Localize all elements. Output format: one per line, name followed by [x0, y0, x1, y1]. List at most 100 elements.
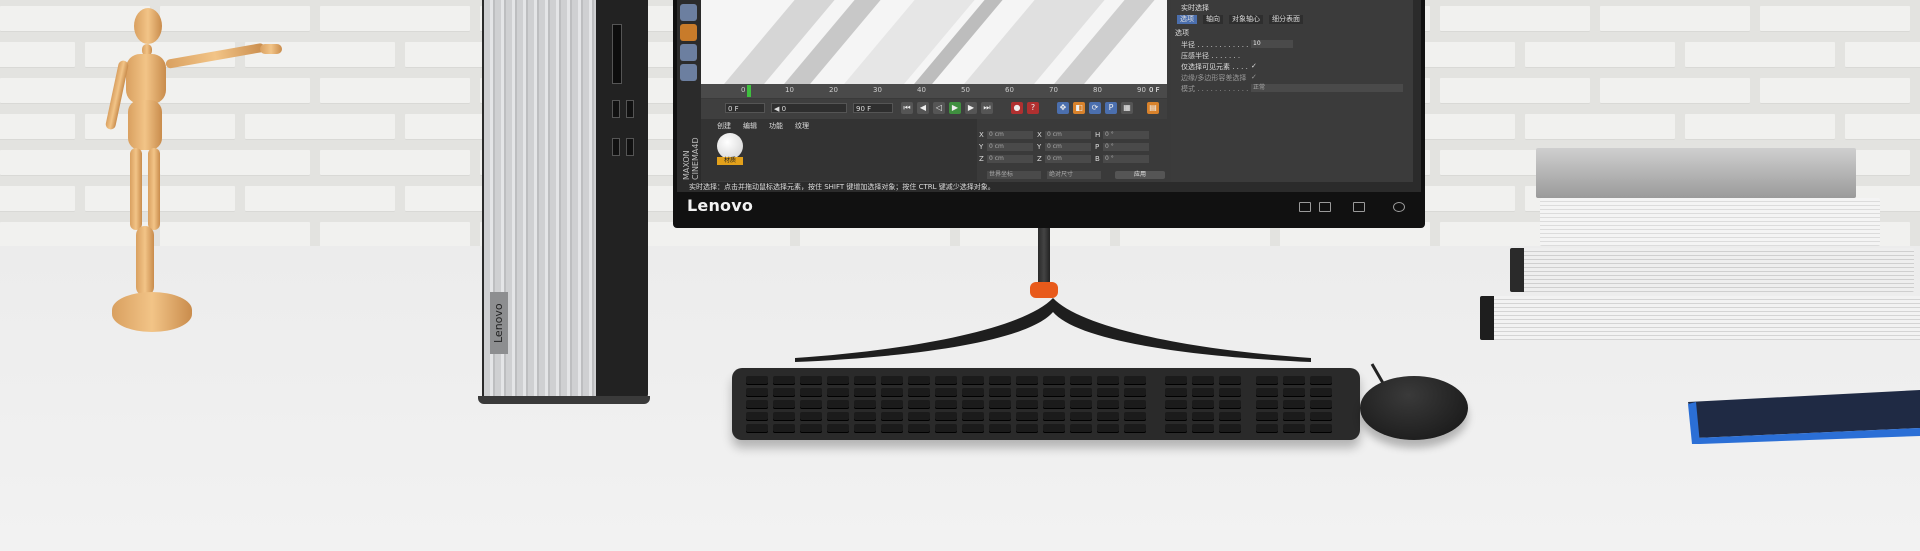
- keyboard-key[interactable]: [1070, 376, 1092, 385]
- keyboard-key[interactable]: [746, 388, 768, 397]
- material-tab[interactable]: 创建: [717, 121, 731, 131]
- keyboard-key[interactable]: [1219, 376, 1241, 385]
- keyboard-key[interactable]: [773, 424, 795, 433]
- keyboard-key[interactable]: [1124, 412, 1146, 421]
- visible-only-checkbox[interactable]: ✓: [1251, 62, 1257, 70]
- keyboard-key[interactable]: [854, 400, 876, 409]
- keyboard-key[interactable]: [989, 400, 1011, 409]
- keyboard-key[interactable]: [908, 400, 930, 409]
- keyboard-key[interactable]: [1070, 412, 1092, 421]
- attribute-tab[interactable]: 轴向: [1203, 15, 1223, 24]
- mouse[interactable]: [1360, 376, 1468, 440]
- keyboard-key[interactable]: [800, 400, 822, 409]
- keyboard-key[interactable]: [827, 388, 849, 397]
- keyboard-key[interactable]: [1016, 412, 1038, 421]
- keyboard-key[interactable]: [1192, 412, 1214, 421]
- keyboard-key[interactable]: [1097, 400, 1119, 409]
- tool-button[interactable]: [680, 44, 697, 61]
- keyboard-key[interactable]: [935, 376, 957, 385]
- pla-key-button[interactable]: ▦: [1121, 102, 1133, 114]
- keyboard-key[interactable]: [1219, 412, 1241, 421]
- keyboard-key[interactable]: [962, 412, 984, 421]
- radius-field[interactable]: 10: [1251, 40, 1293, 48]
- keyboard-key[interactable]: [989, 376, 1011, 385]
- keyboard-key[interactable]: [1016, 388, 1038, 397]
- keyboard-key[interactable]: [1124, 388, 1146, 397]
- keyboard-key[interactable]: [1043, 400, 1065, 409]
- rotate-key-button[interactable]: ⟳: [1089, 102, 1101, 114]
- keyboard-key[interactable]: [935, 412, 957, 421]
- keyboard-key[interactable]: [1192, 424, 1214, 433]
- keyboard-key[interactable]: [935, 424, 957, 433]
- keyboard-key[interactable]: [908, 424, 930, 433]
- rotation-field[interactable]: 0 °: [1103, 143, 1149, 151]
- prev-key-button[interactable]: ◀: [917, 102, 929, 114]
- keyboard-key[interactable]: [1256, 412, 1278, 421]
- keyboard-key[interactable]: [1124, 400, 1146, 409]
- scale-key-button[interactable]: ◧: [1073, 102, 1085, 114]
- autokey-button[interactable]: ?: [1027, 102, 1039, 114]
- keyboard-key[interactable]: [1070, 400, 1092, 409]
- keyboard-key[interactable]: [1043, 412, 1065, 421]
- size-field[interactable]: 0 cm: [1045, 131, 1091, 139]
- keyboard-key[interactable]: [1283, 412, 1305, 421]
- keyboard-key[interactable]: [854, 376, 876, 385]
- menu-icon[interactable]: [1353, 202, 1365, 212]
- rotation-field[interactable]: 0 °: [1103, 155, 1149, 163]
- keyboard-key[interactable]: [1097, 412, 1119, 421]
- next-key-button[interactable]: ▶: [965, 102, 977, 114]
- keyboard-key[interactable]: [1256, 424, 1278, 433]
- keyboard[interactable]: [732, 368, 1360, 440]
- size-field[interactable]: 0 cm: [1045, 155, 1091, 163]
- keyboard-key[interactable]: [1124, 376, 1146, 385]
- keyboard-key[interactable]: [800, 412, 822, 421]
- keyboard-key[interactable]: [881, 388, 903, 397]
- keyboard-key[interactable]: [1256, 400, 1278, 409]
- keyboard-key[interactable]: [746, 400, 768, 409]
- keyboard-key[interactable]: [746, 424, 768, 433]
- keyboard-key[interactable]: [746, 376, 768, 385]
- keyboard-key[interactable]: [773, 400, 795, 409]
- timeline[interactable]: 0 10 20 30 40 50 60 70 80 90 0 F: [701, 84, 1167, 98]
- keyboard-key[interactable]: [1192, 400, 1214, 409]
- keyboard-key[interactable]: [881, 412, 903, 421]
- coord-mode-dropdown[interactable]: 世界坐标: [987, 171, 1041, 179]
- keyboard-key[interactable]: [962, 424, 984, 433]
- keyboard-key[interactable]: [1165, 400, 1187, 409]
- keyboard-key[interactable]: [827, 376, 849, 385]
- tool-button[interactable]: [680, 4, 697, 21]
- start-frame-field[interactable]: 0 F: [725, 103, 765, 113]
- keyboard-key[interactable]: [1256, 376, 1278, 385]
- play-back-button[interactable]: ◁: [933, 102, 945, 114]
- keyboard-key[interactable]: [854, 424, 876, 433]
- goto-end-button[interactable]: ⏭: [981, 102, 993, 114]
- apply-button[interactable]: 应用: [1115, 171, 1165, 179]
- position-field[interactable]: 0 cm: [987, 143, 1033, 151]
- keyboard-key[interactable]: [1310, 388, 1332, 397]
- material-tab[interactable]: 编辑: [743, 121, 757, 131]
- keyboard-key[interactable]: [1016, 424, 1038, 433]
- size-mode-dropdown[interactable]: 绝对尺寸: [1047, 171, 1101, 179]
- timeline-button[interactable]: ▤: [1147, 102, 1159, 114]
- keyboard-key[interactable]: [1124, 424, 1146, 433]
- keyboard-key[interactable]: [881, 424, 903, 433]
- keyboard-key[interactable]: [881, 376, 903, 385]
- param-key-button[interactable]: P: [1105, 102, 1117, 114]
- keyboard-key[interactable]: [962, 388, 984, 397]
- keyboard-key[interactable]: [773, 412, 795, 421]
- keyboard-key[interactable]: [800, 388, 822, 397]
- attribute-tab[interactable]: 对象轴心: [1229, 15, 1263, 24]
- keyboard-key[interactable]: [827, 424, 849, 433]
- attribute-tab[interactable]: 选项: [1177, 15, 1197, 24]
- keyboard-key[interactable]: [1310, 424, 1332, 433]
- rotation-field[interactable]: 0 °: [1103, 131, 1149, 139]
- keyboard-key[interactable]: [827, 400, 849, 409]
- goto-start-button[interactable]: ⏮: [901, 102, 913, 114]
- keyboard-key[interactable]: [1283, 424, 1305, 433]
- keyboard-key[interactable]: [1310, 376, 1332, 385]
- material-preview[interactable]: [717, 133, 743, 159]
- keyboard-key[interactable]: [908, 388, 930, 397]
- keyboard-key[interactable]: [908, 412, 930, 421]
- input-source-icon[interactable]: [1299, 202, 1311, 212]
- mode-dropdown[interactable]: 正常: [1251, 84, 1403, 92]
